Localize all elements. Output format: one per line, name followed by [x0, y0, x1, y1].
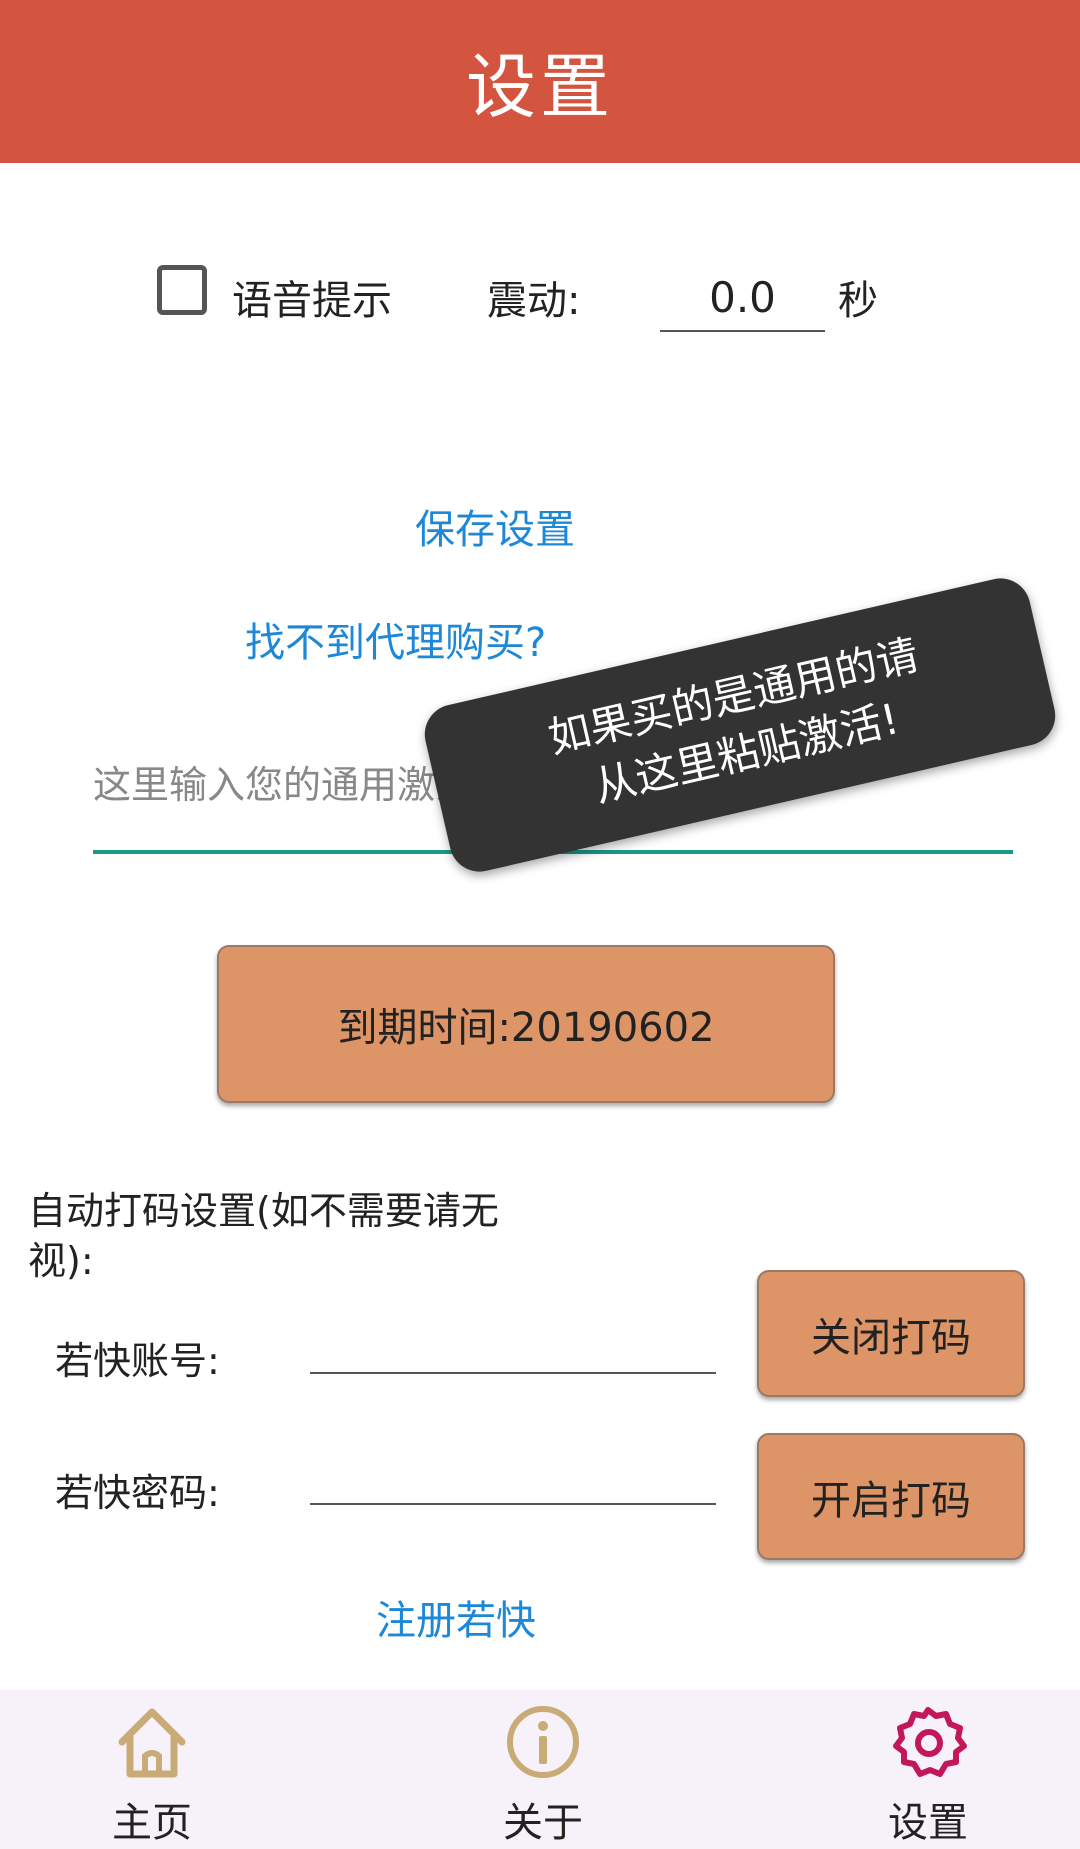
password-input-underline — [310, 1503, 716, 1505]
captcha-section-heading-cont: 视): — [28, 1239, 94, 1283]
vibrate-seconds-input[interactable]: 0.0 — [660, 262, 825, 332]
ruokuai-account-input[interactable] — [310, 1315, 716, 1375]
app-bar: 设置 — [0, 0, 1080, 163]
expiry-date-button[interactable]: 到期时间:20190602 — [217, 945, 835, 1103]
open-captcha-label: 开启打码 — [811, 1477, 971, 1524]
page-title: 设置 — [466, 46, 614, 128]
voice-label: 语音提示 — [232, 278, 392, 324]
ruokuai-account-label: 若快账号: — [55, 1339, 220, 1383]
nav-about-label: 关于 — [503, 1800, 583, 1846]
save-settings-link[interactable]: 保存设置 — [415, 497, 575, 555]
gear-icon — [893, 1707, 967, 1777]
account-input-underline — [310, 1372, 716, 1374]
bottom-navigation: 主页 关于 设置 — [0, 1690, 1080, 1849]
nav-settings[interactable]: 设置 — [818, 1690, 1038, 1849]
info-icon — [507, 1706, 579, 1778]
captcha-section-heading: 自动打码设置(如不需要请无 — [28, 1189, 499, 1233]
home-icon — [118, 1708, 186, 1778]
nav-home[interactable]: 主页 — [42, 1690, 262, 1849]
close-captcha-button[interactable]: 关闭打码 — [757, 1270, 1025, 1397]
voice-checkbox[interactable] — [157, 265, 207, 315]
vibrate-input-underline — [660, 330, 825, 332]
nav-about[interactable]: 关于 — [433, 1690, 653, 1849]
ruokuai-password-input[interactable] — [310, 1447, 716, 1507]
ruokuai-password-label: 若快密码: — [55, 1471, 220, 1515]
expiry-date-label: 到期时间:20190602 — [337, 1005, 715, 1051]
nav-settings-label: 设置 — [888, 1800, 968, 1846]
open-captcha-button[interactable]: 开启打码 — [757, 1433, 1025, 1560]
vibrate-unit: 秒 — [838, 278, 878, 324]
close-captcha-label: 关闭打码 — [811, 1314, 971, 1361]
vibrate-label: 震动: — [487, 278, 581, 324]
nav-home-label: 主页 — [112, 1800, 192, 1846]
buy-from-agent-link[interactable]: 找不到代理购买? — [245, 610, 546, 668]
register-ruokuai-link[interactable]: 注册若快 — [376, 1588, 536, 1646]
vibrate-value: 0.0 — [709, 272, 776, 322]
